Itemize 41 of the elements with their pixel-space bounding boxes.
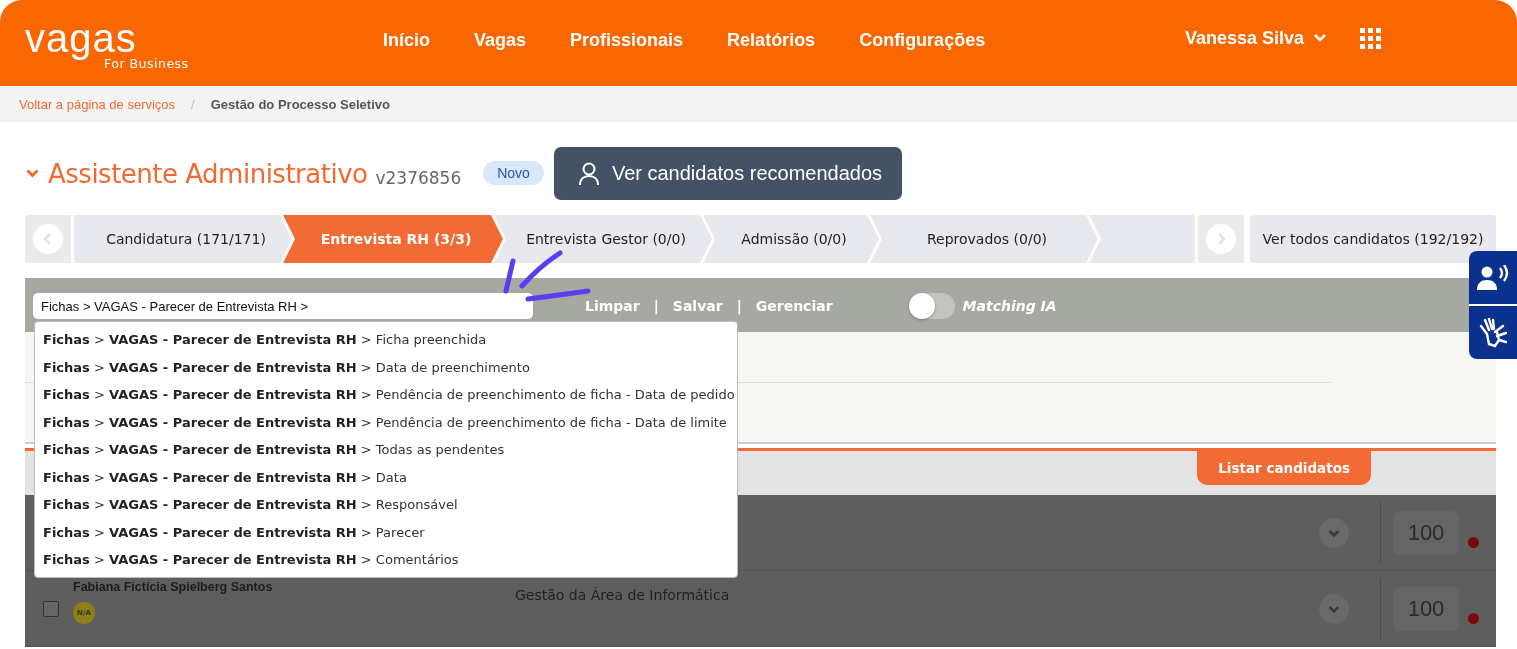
row-checkbox[interactable]	[43, 600, 59, 617]
suggestion-item[interactable]: Fichas > VAGAS - Parecer de Entrevista RH > Ficha preenchida	[35, 326, 737, 354]
toggle-label: Matching IA	[962, 298, 1057, 314]
stage-tab[interactable]: Admissão (0/0)	[703, 215, 879, 263]
suggestion-item[interactable]: Fichas > VAGAS - Parecer de Entrevista RH > Responsável	[35, 491, 737, 519]
toggle-switch[interactable]	[908, 293, 955, 319]
status-badge: Novo	[483, 160, 544, 185]
candidate-area: Gestão da Área de Informática	[515, 587, 730, 603]
suggestion-item[interactable]: Fichas > VAGAS - Parecer de Entrevista RH > Pendência de preenchimento de ficha - Data de pedido	[35, 381, 737, 409]
chevron-left-icon	[33, 224, 63, 254]
status-dot-icon	[1468, 613, 1479, 624]
action-separator: |	[653, 298, 659, 314]
apps-grid-icon[interactable]	[1360, 27, 1381, 49]
all-candidates-tab[interactable]: Ver todos candidatos (192/192)	[1250, 215, 1496, 263]
score-badge: 100	[1393, 510, 1459, 555]
action-separator: |	[736, 298, 742, 314]
suggestion-item[interactable]: Fichas > VAGAS - Parecer de Entrevista RH > Data	[35, 463, 737, 491]
person-icon	[577, 161, 600, 186]
recommended-button[interactable]: Ver candidatos recomendados	[553, 147, 903, 200]
suggestion-item[interactable]: Fichas > VAGAS - Parecer de Entrevista RH > Todas as pendentes	[35, 436, 737, 464]
stage-tab[interactable]: Entrevista Gestor (0/0)	[494, 215, 712, 263]
logo-subtitle: For Business	[104, 55, 190, 71]
suggestion-item[interactable]: Fichas > VAGAS - Parecer de Entrevista RH > Data de preenchimento	[35, 353, 737, 381]
stage-tab[interactable]: Candidatura (171/171)	[74, 215, 292, 263]
filter-field[interactable]: Fichas > VAGAS - Parecer de Entrevista RH >	[33, 293, 533, 319]
chevron-down-icon[interactable]	[26, 169, 39, 178]
status-dot-icon	[1468, 537, 1479, 548]
score-badge: 100	[1393, 586, 1459, 631]
chevron-right-icon	[1206, 224, 1236, 254]
stage-tab[interactable]: Reprovados (0/0)	[870, 215, 1098, 263]
job-title: Assistente Administrativo	[48, 158, 368, 189]
breadcrumb-item: Gestão do Processo Seletivo	[210, 96, 390, 112]
suggestion-item[interactable]: Fichas > VAGAS - Parecer de Entrevista RH > Parecer	[35, 518, 737, 546]
suggestion-item[interactable]: Fichas > VAGAS - Parecer de Entrevista RH > Pendência de preenchimento de ficha - Data de limite	[35, 408, 737, 436]
speaking-person-icon	[1477, 264, 1509, 291]
chevron-down-icon[interactable]	[1319, 517, 1349, 548]
suggestion-item[interactable]: Fichas > VAGAS - Parecer de Entrevista RH > Comentários	[35, 546, 737, 574]
breadcrumb-separator: /	[191, 96, 195, 112]
hands-icon	[1479, 317, 1507, 348]
job-code: v2376856	[375, 167, 462, 188]
chevron-down-icon[interactable]	[1319, 593, 1349, 624]
